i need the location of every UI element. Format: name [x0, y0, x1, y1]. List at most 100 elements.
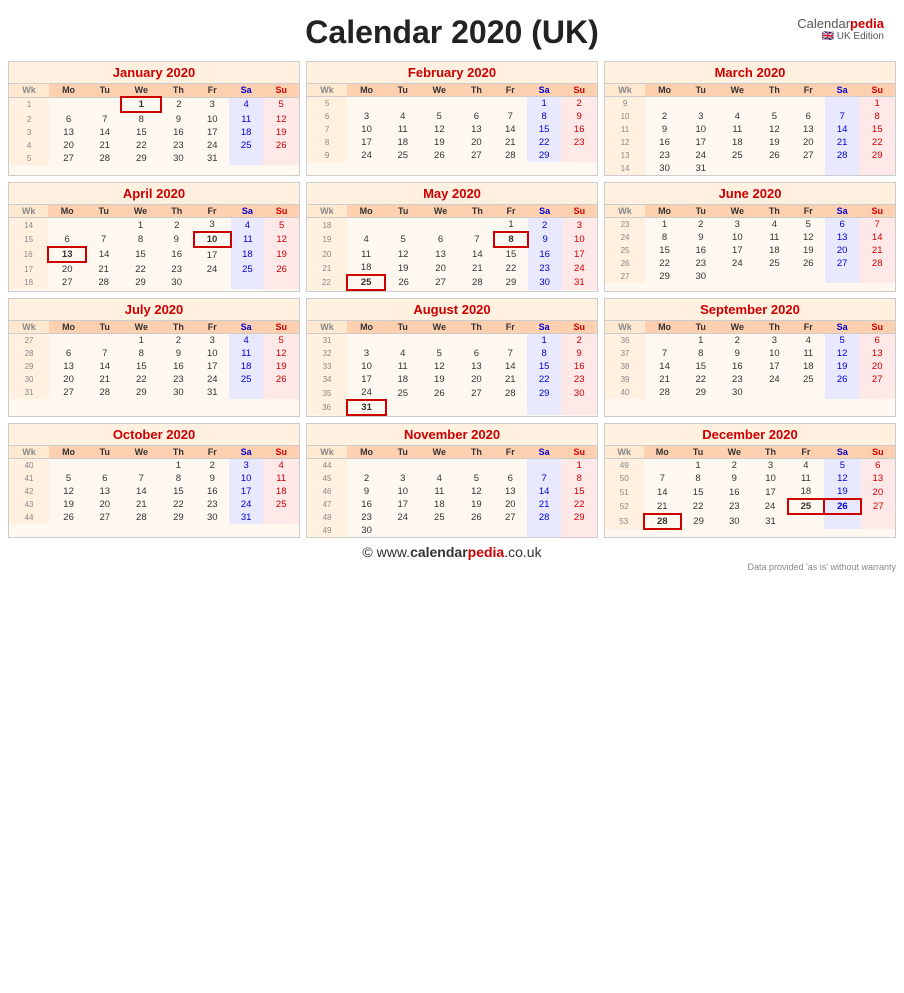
- day-cell-we: 12: [419, 360, 459, 373]
- col-header-we: We: [717, 205, 757, 218]
- col-header-fr: Fr: [196, 446, 229, 459]
- week-row: 5221222324252627: [605, 499, 895, 514]
- day-cell-fr: 13: [494, 485, 527, 498]
- col-header-tu: Tu: [385, 205, 420, 218]
- day-cell-fr: 21: [494, 373, 527, 386]
- col-header-wk: Wk: [605, 446, 644, 459]
- day-cell-su: 15: [859, 123, 895, 136]
- day-cell-su: 19: [264, 247, 299, 262]
- day-cell-fr: [494, 334, 527, 348]
- day-cell-sa: 7: [825, 110, 859, 123]
- day-cell-su: 9: [561, 347, 597, 360]
- day-cell-mo: 2: [347, 472, 386, 485]
- col-header-mo: Mo: [644, 446, 681, 459]
- day-cell-sa: 28: [527, 511, 561, 524]
- day-cell-mo: [347, 218, 386, 233]
- day-cell-su: 15: [561, 485, 597, 498]
- day-cell-wk: 32: [307, 347, 347, 360]
- week-row: 3020212223242526: [9, 373, 299, 386]
- day-cell-mo: 18: [347, 261, 386, 275]
- day-cell-sa: 1: [527, 334, 561, 348]
- day-cell-sa: 18: [229, 126, 263, 139]
- day-cell-th: [459, 459, 493, 473]
- col-header-tu: Tu: [88, 446, 121, 459]
- col-header-su: Su: [263, 446, 299, 459]
- day-cell-sa: 23: [528, 261, 562, 275]
- day-cell-wk: 33: [307, 360, 347, 373]
- day-cell-tu: 24: [386, 511, 419, 524]
- day-cell-sa: 13: [825, 231, 859, 244]
- day-cell-we: [717, 270, 757, 283]
- col-header-su: Su: [264, 205, 299, 218]
- day-cell-we: 22: [121, 262, 160, 276]
- day-cell-tu: 22: [684, 373, 717, 386]
- day-cell-th: 12: [757, 123, 791, 136]
- day-cell-wk: 49: [605, 459, 644, 473]
- day-cell-su: 27: [861, 499, 895, 514]
- col-header-fr: Fr: [792, 205, 825, 218]
- day-cell-sa: 15: [527, 360, 561, 373]
- day-cell-su: 29: [859, 149, 895, 162]
- day-cell-we: 8: [121, 112, 161, 126]
- day-cell-fr: 11: [788, 472, 824, 485]
- col-header-we: We: [419, 321, 459, 334]
- day-cell-we: 2: [717, 334, 757, 348]
- col-header-fr: Fr: [792, 84, 825, 97]
- day-cell-th: 11: [757, 231, 791, 244]
- day-cell-fr: 6: [792, 110, 825, 123]
- day-cell-wk: 43: [9, 498, 49, 511]
- day-cell-we: 25: [717, 149, 757, 162]
- day-cell-mo: [347, 97, 386, 111]
- col-header-we: We: [421, 205, 460, 218]
- day-cell-tu: [386, 524, 419, 537]
- day-cell-tu: 19: [385, 261, 420, 275]
- day-cell-th: 30: [160, 276, 194, 289]
- month-block-august-2020: August 2020WkMoTuWeThFrSaSu3112323456789…: [306, 298, 598, 417]
- day-cell-tu: 11: [386, 123, 419, 136]
- week-row: 3921222324252627: [605, 373, 895, 386]
- week-row: 323456789: [307, 347, 597, 360]
- day-cell-fr: [494, 459, 527, 473]
- day-cell-mo: 4: [347, 232, 386, 247]
- month-table: WkMoTuWeThFrSaSu512634567897101112131415…: [307, 84, 597, 162]
- day-cell-we: 25: [419, 511, 459, 524]
- day-cell-wk: 53: [605, 514, 644, 529]
- day-cell-tu: [684, 97, 717, 111]
- month-table: WkMoTuWeThFrSaSu271234528678910111229131…: [9, 321, 299, 399]
- day-cell-th: 5: [459, 472, 493, 485]
- col-header-fr: Fr: [788, 446, 824, 459]
- month-block-january-2020: January 2020WkMoTuWeThFrSaSu112345267891…: [8, 61, 300, 176]
- day-cell-mo: 12: [49, 485, 88, 498]
- day-cell-we: 13: [421, 247, 460, 261]
- day-cell-tu: 15: [684, 360, 717, 373]
- day-cell-mo: 26: [49, 511, 88, 524]
- day-cell-tu: 4: [386, 110, 419, 123]
- day-cell-wk: 36: [307, 400, 347, 415]
- day-cell-we: 26: [419, 386, 459, 400]
- day-cell-wk: 51: [605, 485, 644, 499]
- day-cell-mo: 1: [645, 218, 684, 232]
- month-block-november-2020: November 2020WkMoTuWeThFrSaSu44145234567…: [306, 423, 598, 538]
- month-table: WkMoTuWeThFrSaSu401234415678910114212131…: [9, 446, 299, 524]
- footer: © www.calendarpedia.co.uk: [8, 544, 896, 560]
- day-cell-sa: 11: [231, 232, 265, 247]
- day-cell-th: 14: [460, 247, 494, 261]
- week-row: 1613141516171819: [9, 247, 299, 262]
- day-cell-mo: 6: [49, 347, 88, 360]
- day-cell-th: [757, 162, 791, 175]
- week-row: 102345678: [605, 110, 895, 123]
- day-cell-tu: 10: [684, 123, 717, 136]
- day-cell-mo: 20: [48, 262, 86, 276]
- day-cell-wk: 9: [307, 149, 347, 162]
- day-cell-su: 17: [562, 247, 597, 261]
- month-block-march-2020: March 2020WkMoTuWeThFrSaSu91102345678119…: [604, 61, 896, 176]
- day-cell-mo: 13: [49, 360, 88, 373]
- day-cell-we: 1: [121, 218, 160, 233]
- day-cell-th: 19: [459, 498, 493, 511]
- col-header-we: We: [419, 446, 459, 459]
- day-cell-th: 24: [753, 499, 787, 514]
- day-cell-mo: [347, 334, 386, 348]
- week-row: 512: [307, 97, 597, 111]
- day-cell-we: 15: [121, 360, 161, 373]
- day-cell-wk: 19: [307, 232, 347, 247]
